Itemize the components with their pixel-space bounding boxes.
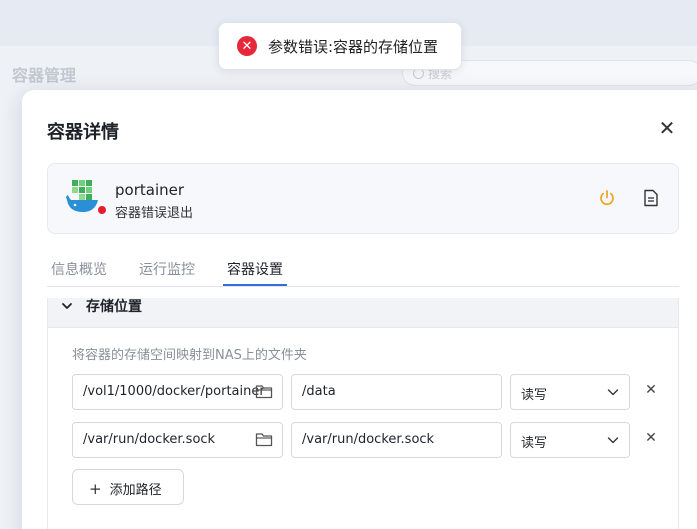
- storage-section-header[interactable]: 存储位置: [48, 298, 678, 328]
- permission-value: 读写: [521, 388, 548, 403]
- log-file-icon[interactable]: [643, 189, 659, 207]
- container-path-input[interactable]: /data: [291, 374, 502, 410]
- chevron-down-icon: [607, 437, 619, 444]
- page-title: 容器管理: [12, 66, 77, 85]
- container-name: portainer: [115, 181, 185, 199]
- chevron-down-icon: [607, 389, 619, 396]
- error-icon: ✕: [237, 36, 257, 56]
- active-tab-indicator: [223, 284, 287, 286]
- host-path-input[interactable]: /vol1/1000/docker/portainer: [72, 374, 283, 410]
- container-details-dialog: 容器详情 ✕ portainer 容器错误退出 信息概览 运行监控 容器设置 存…: [22, 90, 697, 529]
- error-toast: ✕ 参数错误:容器的存储位置: [218, 22, 462, 70]
- storage-section-description: 将容器的存储空间映射到NAS上的文件夹: [72, 348, 307, 363]
- tab-overview[interactable]: 信息概览: [51, 259, 107, 279]
- toast-message: 参数错误:容器的存储位置: [268, 37, 439, 56]
- container-path-input[interactable]: /var/run/docker.sock: [291, 422, 502, 458]
- remove-mount-icon[interactable]: ✕: [644, 430, 658, 446]
- dialog-title: 容器详情: [47, 122, 119, 143]
- tab-monitor[interactable]: 运行监控: [139, 259, 195, 279]
- permission-select[interactable]: 读写: [510, 374, 630, 410]
- container-card: portainer 容器错误退出: [47, 163, 679, 234]
- mount-row: /var/run/docker.sock /var/run/docker.soc…: [72, 422, 662, 458]
- permission-value: 读写: [521, 436, 548, 451]
- status-dot: [96, 204, 108, 216]
- permission-select[interactable]: 读写: [510, 422, 630, 458]
- container-status: 容器错误退出: [115, 206, 194, 221]
- remove-mount-icon[interactable]: ✕: [644, 382, 658, 398]
- chevron-down-icon: [62, 303, 72, 309]
- add-path-label: 添加路径: [109, 483, 162, 498]
- plus-icon: +: [89, 480, 102, 498]
- folder-icon[interactable]: [255, 432, 273, 447]
- power-icon[interactable]: [598, 189, 616, 207]
- close-icon[interactable]: ✕: [656, 117, 678, 139]
- tab-bar: 信息概览 运行监控 容器设置: [47, 255, 679, 287]
- storage-section: 存储位置 将容器的存储空间映射到NAS上的文件夹 /vol1/1000/dock…: [47, 298, 679, 529]
- mount-row: /vol1/1000/docker/portainer /data 读写 ✕: [72, 374, 662, 410]
- add-path-button[interactable]: + 添加路径: [72, 469, 184, 505]
- host-path-input[interactable]: /var/run/docker.sock: [72, 422, 283, 458]
- folder-icon[interactable]: [255, 384, 273, 399]
- storage-section-title: 存储位置: [86, 299, 142, 315]
- tab-settings[interactable]: 容器设置: [227, 259, 283, 279]
